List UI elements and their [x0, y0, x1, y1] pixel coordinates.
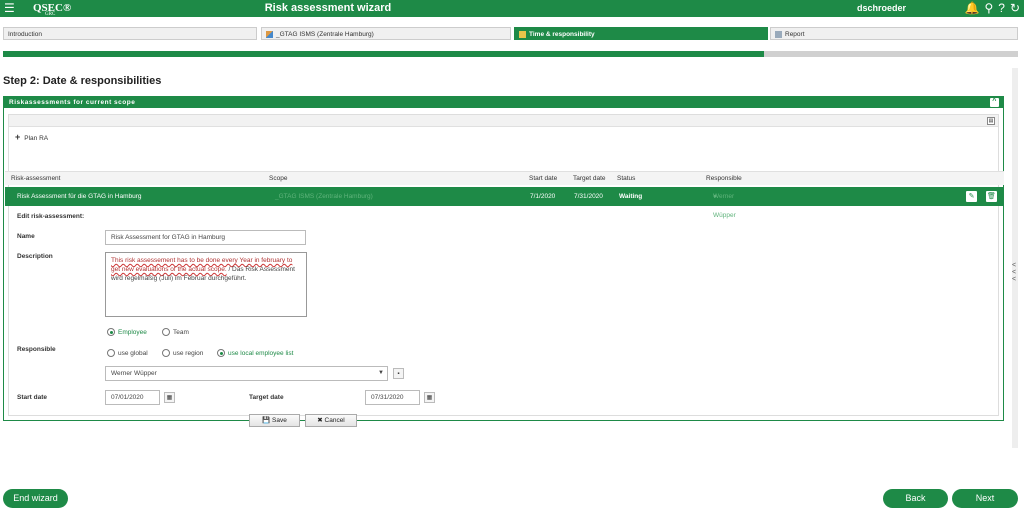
start-date-label: Start date [17, 394, 47, 401]
plan-ra-button[interactable]: + Plan RA [9, 127, 998, 147]
panel-toolbar: ▤ [9, 115, 998, 127]
riskassessments-panel: Riskassessments for current scope ^ ▤ + P… [3, 96, 1004, 427]
responsible-label: Responsible [17, 346, 56, 353]
report-icon [775, 30, 782, 38]
end-wizard-button[interactable]: End wizard [3, 489, 68, 508]
file-icon[interactable]: ▪ [393, 368, 404, 379]
calendar-icon[interactable]: ▦ [424, 392, 435, 403]
delete-icon[interactable]: 🗑 [986, 191, 997, 202]
col-start-date[interactable]: Start date [529, 172, 557, 186]
step-introduction[interactable]: Introduction [3, 27, 257, 40]
name-input[interactable]: Risk Assessment for GTAG in Hamburg [105, 230, 306, 245]
responsible-select[interactable]: Werner Wüpper ▼ [105, 366, 388, 381]
col-responsible[interactable]: Responsible [706, 172, 742, 186]
row-start: 7/1/2020 [530, 193, 556, 200]
wizard-steps: Introduction _GTAG ISMS (Zentrale Hambur… [3, 27, 1018, 40]
row-status: Waiting [619, 193, 643, 200]
page-title: Step 2: Date & responsibilities [3, 75, 162, 87]
next-button[interactable]: Next [952, 489, 1018, 508]
top-bar: ☰ QSEC® GRC Risk assessment wizard dschro… [0, 0, 1024, 17]
export-icon[interactable]: ▤ [987, 117, 995, 125]
step-report[interactable]: Report [770, 27, 1018, 40]
save-icon: 💾 [262, 417, 271, 424]
collapse-icon[interactable]: ^ [990, 98, 999, 107]
bell-icon[interactable]: 🔔 [965, 0, 980, 17]
side-scroll-track[interactable] [1012, 68, 1018, 448]
edit-heading: Edit risk-assessment: [17, 213, 85, 220]
panel-header: Riskassessments for current scope ^ [4, 97, 1003, 108]
back-button[interactable]: Back [883, 489, 948, 508]
collapse-side-icon[interactable]: < < < [1012, 262, 1016, 283]
row-scope: _GTAG ISMS (Zentrale Hamburg) [275, 193, 373, 200]
user-name[interactable]: dschroeder [857, 3, 906, 13]
logout-icon[interactable]: ↻ [1010, 0, 1020, 17]
col-risk-assessment[interactable]: Risk-assessment [11, 172, 60, 186]
start-date-input[interactable]: 07/01/2020 [105, 390, 160, 405]
plus-icon: + [15, 132, 21, 142]
radio-team[interactable]: Team [162, 328, 189, 336]
row-name: Risk Assessment für die GTAG in Hamburg [17, 193, 142, 200]
row-target: 7/31/2020 [574, 193, 603, 200]
help-icon[interactable]: ? [998, 0, 1005, 17]
col-status[interactable]: Status [617, 172, 635, 186]
target-date-input[interactable]: 07/31/2020 [365, 390, 420, 405]
save-button[interactable]: 💾 Save [249, 414, 300, 427]
table-row[interactable]: Risk Assessment für die GTAG in Hamburg … [5, 187, 1004, 219]
radio-use-global[interactable]: use global [107, 349, 148, 357]
description-textarea[interactable]: This risk assessement has to be done eve… [105, 252, 307, 317]
col-scope[interactable]: Scope [269, 172, 287, 186]
scope-icon [266, 30, 273, 38]
chevron-down-icon: ▼ [378, 370, 384, 376]
table-header: Risk-assessment Scope Start date Target … [5, 171, 1004, 185]
target-date-label: Target date [249, 394, 284, 401]
step-scope[interactable]: _GTAG ISMS (Zentrale Hamburg) [261, 27, 511, 40]
calendar-icon [519, 30, 526, 38]
window-title: Risk assessment wizard [264, 2, 392, 14]
radio-use-local-list[interactable]: use local employee list [217, 349, 293, 357]
radio-employee[interactable]: Employee [107, 328, 147, 336]
step-time-responsibility[interactable]: Time & responsibility [514, 27, 768, 40]
col-target-date[interactable]: Target date [573, 172, 606, 186]
description-label: Description [17, 253, 53, 260]
name-label: Name [17, 233, 35, 240]
radio-use-region[interactable]: use region [162, 349, 203, 357]
edit-icon[interactable]: ✎ [966, 191, 977, 202]
progress-bar [3, 51, 1018, 57]
close-icon: ✖ [317, 417, 323, 424]
cancel-button[interactable]: ✖ Cancel [305, 414, 357, 427]
progress-fill [3, 51, 765, 57]
search-icon[interactable]: ⚲ [984, 0, 993, 17]
calendar-icon[interactable]: ▦ [164, 392, 175, 403]
